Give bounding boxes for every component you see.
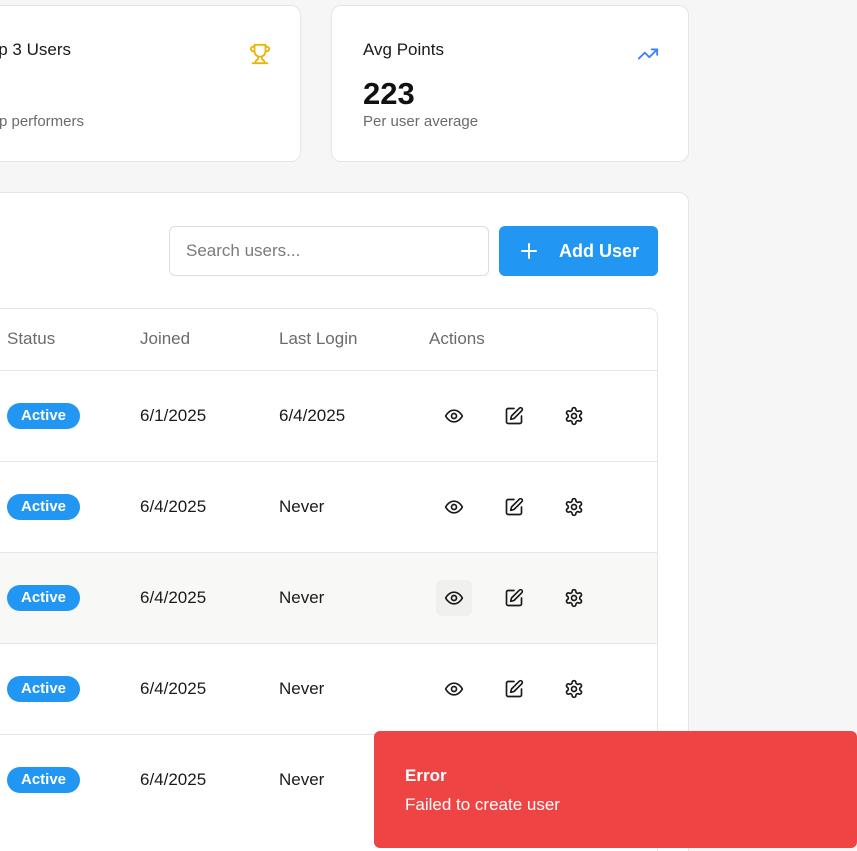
error-toast[interactable]: Error Failed to create user	[374, 731, 857, 848]
plus-icon	[521, 243, 537, 259]
page: Top 3 Users 847 Top performers Avg Point…	[0, 0, 857, 851]
status-badge: Active	[7, 494, 80, 520]
gear-icon[interactable]	[556, 671, 592, 707]
eye-icon[interactable]	[436, 398, 472, 434]
trending-up-icon	[637, 43, 659, 65]
header-joined[interactable]: Joined	[140, 329, 190, 349]
search-input[interactable]	[169, 226, 489, 276]
joined-date: 6/4/2025	[140, 679, 207, 698]
stat-value: 223	[363, 76, 415, 111]
stat-subtitle: Per user average	[363, 113, 479, 130]
joined-date: 6/4/2025	[140, 497, 207, 516]
eye-icon[interactable]	[436, 580, 472, 616]
add-user-label: Add User	[559, 240, 640, 261]
table-row[interactable]: Active 6/4/2025 Never	[0, 552, 657, 643]
last-login: Never	[279, 679, 325, 698]
stat-subtitle: Top performers	[0, 113, 84, 130]
status-badge: Active	[7, 585, 80, 611]
stat-title: Top 3 Users	[0, 40, 71, 59]
eye-icon[interactable]	[436, 671, 472, 707]
header-last-login[interactable]: Last Login	[279, 329, 357, 349]
header-status[interactable]: Status	[7, 329, 55, 349]
gear-icon[interactable]	[556, 398, 592, 434]
eye-icon[interactable]	[436, 489, 472, 525]
status-badge: Active	[7, 403, 80, 429]
last-login: Never	[279, 588, 325, 607]
edit-icon[interactable]	[496, 580, 532, 616]
edit-icon[interactable]	[496, 489, 532, 525]
joined-date: 6/4/2025	[140, 588, 207, 607]
joined-date: 6/4/2025	[140, 770, 207, 789]
table-row[interactable]: Active 6/4/2025 Never	[0, 643, 657, 734]
last-login: Never	[279, 497, 325, 516]
table-row[interactable]: Active 6/1/2025 6/4/2025	[0, 370, 657, 461]
status-badge: Active	[7, 676, 80, 702]
toast-title: Error	[405, 766, 447, 785]
joined-date: 6/1/2025	[140, 406, 207, 425]
stat-title: Avg Points	[363, 40, 444, 59]
last-login: 6/4/2025	[279, 406, 346, 425]
table-row[interactable]: Active 6/4/2025 Never	[0, 461, 657, 552]
gear-icon[interactable]	[556, 489, 592, 525]
header-actions: Actions	[429, 329, 485, 348]
edit-icon[interactable]	[496, 671, 532, 707]
last-login: Never	[279, 770, 325, 789]
add-user-button[interactable]: Add User	[499, 226, 658, 276]
stat-card-top-users: Top 3 Users 847 Top performers	[0, 5, 301, 162]
trophy-icon	[249, 43, 271, 65]
edit-icon[interactable]	[496, 398, 532, 434]
status-badge: Active	[7, 767, 80, 793]
stat-card-avg-points: Avg Points 223 Per user average	[331, 5, 689, 162]
toast-message: Failed to create user	[405, 795, 560, 814]
gear-icon[interactable]	[556, 580, 592, 616]
